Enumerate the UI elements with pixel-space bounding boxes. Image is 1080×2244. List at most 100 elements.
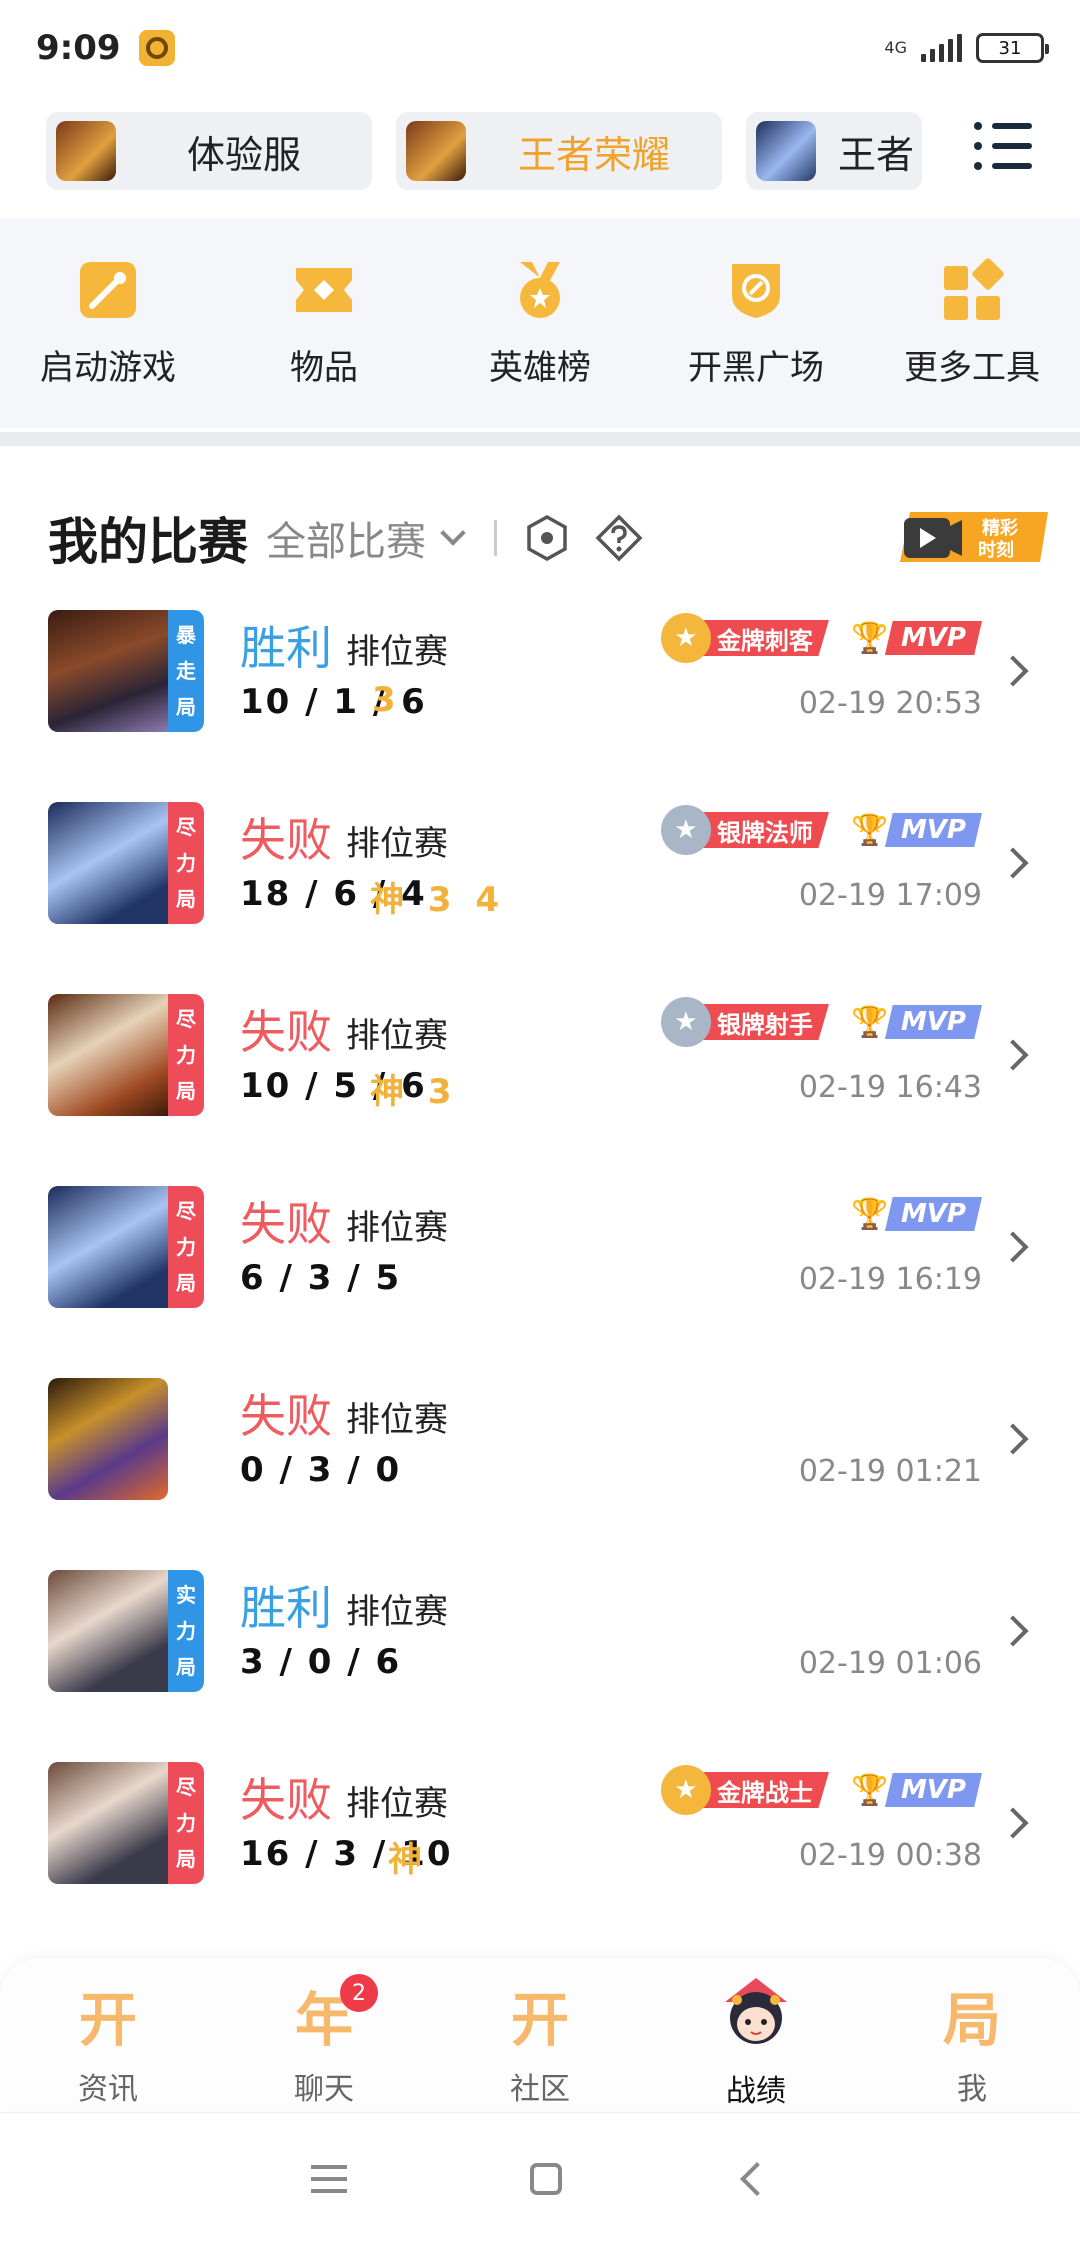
tool-label: 更多工具 (904, 348, 1040, 388)
tool-launch-game[interactable]: 启动游戏 (0, 218, 216, 428)
back-icon[interactable] (739, 2161, 774, 2196)
hero-portrait (48, 994, 168, 1116)
help-icon[interactable] (595, 514, 643, 562)
hero-thumbnail: 尽力局 (48, 1762, 204, 1884)
nav-news[interactable]: 开 资讯 (0, 1958, 216, 2110)
trophy-icon: 🏆 (851, 1772, 889, 1808)
hexagon-settings-icon[interactable] (523, 514, 571, 562)
tool-hero-ranking[interactable]: 英雄榜 (432, 218, 648, 428)
match-tag: 暴走局 (168, 610, 204, 732)
match-result: 胜利 (240, 1581, 332, 1635)
home-icon[interactable] (529, 2162, 562, 2195)
tool-label: 物品 (290, 348, 358, 388)
game-avatar-icon (56, 121, 116, 181)
match-row[interactable]: 失败 排位赛 0 / 3 / 0 02-19 01:21 (0, 1370, 1080, 1562)
nav-label: 战绩 (726, 2074, 786, 2109)
match-badges: ★ 金牌刺客 🏆 MVP (660, 613, 982, 663)
nav-records[interactable]: 战绩 (648, 1958, 864, 2110)
match-filter-dropdown[interactable]: 全部比赛 (266, 509, 466, 567)
match-row[interactable]: 暴走局 胜利 排位赛 10 / 1 / 6 3 ★ 金牌刺客 🏆 MVP 02-19… (0, 602, 1080, 794)
medal-badge: ★ 银牌射手 (660, 997, 829, 1047)
match-row[interactable]: 尽力局 失败 排位赛 18 / 6 / 4 神 3 4 ★ 银牌法师 🏆 MVP 0… (0, 794, 1080, 986)
highlight-label-top: 精彩 (982, 517, 1018, 538)
network-type: 4G (884, 38, 907, 57)
tool-more[interactable]: 更多工具 (864, 218, 1080, 428)
match-row[interactable]: 尽力局 失败 排位赛 10 / 5 / 6 神 3 ★ 银牌射手 🏆 MVP 02-… (0, 986, 1080, 1178)
filter-label: 全部比赛 (266, 519, 426, 565)
account-tab-trial[interactable]: 体验服 (46, 112, 372, 190)
nav-chat[interactable]: 年 2 聊天 (216, 1958, 432, 2110)
match-time: 02-19 00:38 (798, 1838, 982, 1873)
medal-badge: ★ 金牌战士 (660, 1765, 829, 1815)
tool-team-plaza[interactable]: 开黑广场 (648, 218, 864, 428)
nav-label: 社区 (510, 2072, 570, 2107)
star-icon: ★ (660, 1765, 711, 1815)
account-tabs: 体验服 王者荣耀 王者 (0, 110, 1080, 192)
match-badges: 🏆 MVP (845, 1192, 982, 1236)
bottom-navigation: 开 资讯 年 2 聊天 开 社区 战绩 局 我 (0, 1958, 1080, 2110)
menu-icon[interactable] (974, 122, 1034, 178)
account-tab-label: 王者荣耀 (517, 132, 670, 177)
match-mode: 排位赛 (346, 824, 448, 864)
match-tag: 尽力局 (168, 802, 204, 924)
tool-items[interactable]: 物品 (216, 218, 432, 428)
trophy-icon: 🏆 (851, 812, 889, 848)
medal-icon (520, 262, 560, 318)
match-result: 胜利 (240, 621, 332, 675)
tool-label: 英雄榜 (489, 348, 591, 388)
medal-badge: ★ 金牌刺客 (660, 613, 829, 663)
nav-me[interactable]: 局 我 (864, 1958, 1080, 2110)
match-time: 02-19 16:43 (798, 1070, 982, 1105)
match-marks: 神 (388, 1840, 428, 1880)
status-bar: 9:09 4G 31 (0, 0, 1080, 96)
hero-portrait (48, 1186, 168, 1308)
account-tab-label: 体验服 (186, 132, 301, 177)
match-tag: 尽力局 (168, 994, 204, 1116)
nav-label: 聊天 (294, 2072, 354, 2107)
star-icon: ★ (660, 805, 711, 855)
match-result: 失败 (240, 1197, 332, 1251)
chevron-right-icon (997, 655, 1029, 687)
match-mode: 排位赛 (346, 1400, 448, 1440)
hero-portrait (48, 802, 168, 924)
match-mode: 排位赛 (346, 1208, 448, 1248)
match-tag: 尽力局 (168, 1186, 204, 1308)
account-tab-honor-of-kings[interactable]: 王者荣耀 (396, 112, 722, 190)
hero-portrait (48, 1570, 168, 1692)
status-indicators: 4G 31 (884, 33, 1049, 63)
match-mode: 排位赛 (346, 1592, 448, 1632)
recent-apps-icon[interactable] (311, 2157, 348, 2201)
match-result: 失败 (240, 1773, 332, 1827)
match-row[interactable]: 尽力局 失败 排位赛 6 / 3 / 5 🏆 MVP 02-19 16:19 (0, 1178, 1080, 1370)
trophy-icon: 🏆 (851, 1196, 889, 1232)
hero-thumbnail: 尽力局 (48, 802, 204, 924)
system-navigation-bar (0, 2112, 1080, 2244)
match-mode: 排位赛 (346, 632, 448, 672)
my-matches-header: 我的比赛 全部比赛 精彩 时刻 (48, 498, 1048, 578)
news-icon: 开 (78, 1986, 137, 2054)
match-row[interactable]: 实力局 胜利 排位赛 3 / 0 / 6 02-19 01:06 (0, 1562, 1080, 1754)
nav-community[interactable]: 开 社区 (432, 1958, 648, 2110)
chevron-right-icon (997, 847, 1029, 879)
mvp-badge: 🏆 MVP (845, 616, 982, 660)
hero-thumbnail: 尽力局 (48, 1186, 204, 1308)
trophy-icon: 🏆 (851, 1004, 889, 1040)
header-separator (494, 520, 497, 556)
tools-bar: 启动游戏 物品 英雄榜 开黑广场 更多工具 (0, 218, 1080, 428)
profile-icon: 局 (942, 1986, 1001, 2054)
nav-label: 我 (957, 2072, 987, 2107)
hero-thumbnail: 实力局 (48, 1570, 204, 1692)
battery-level: 31 (998, 37, 1022, 59)
match-time: 02-19 16:19 (798, 1262, 982, 1297)
gamepad-icon (80, 262, 136, 318)
highlight-moments-button[interactable]: 精彩 时刻 (900, 508, 1048, 566)
mascot-icon (725, 1978, 787, 2044)
match-row[interactable]: 尽力局 失败 排位赛 16 / 3 / 10 神 ★ 金牌战士 🏆 MVP 02-1… (0, 1754, 1080, 1946)
match-kda: 0 / 3 / 0 (240, 1450, 402, 1490)
match-badges: ★ 金牌战士 🏆 MVP (660, 1765, 982, 1815)
account-tab-third[interactable]: 王者 (746, 112, 922, 190)
match-time: 02-19 20:53 (798, 686, 982, 721)
match-mode: 排位赛 (346, 1016, 448, 1056)
community-icon: 开 (510, 1986, 569, 2054)
match-time: 02-19 01:06 (798, 1646, 982, 1681)
